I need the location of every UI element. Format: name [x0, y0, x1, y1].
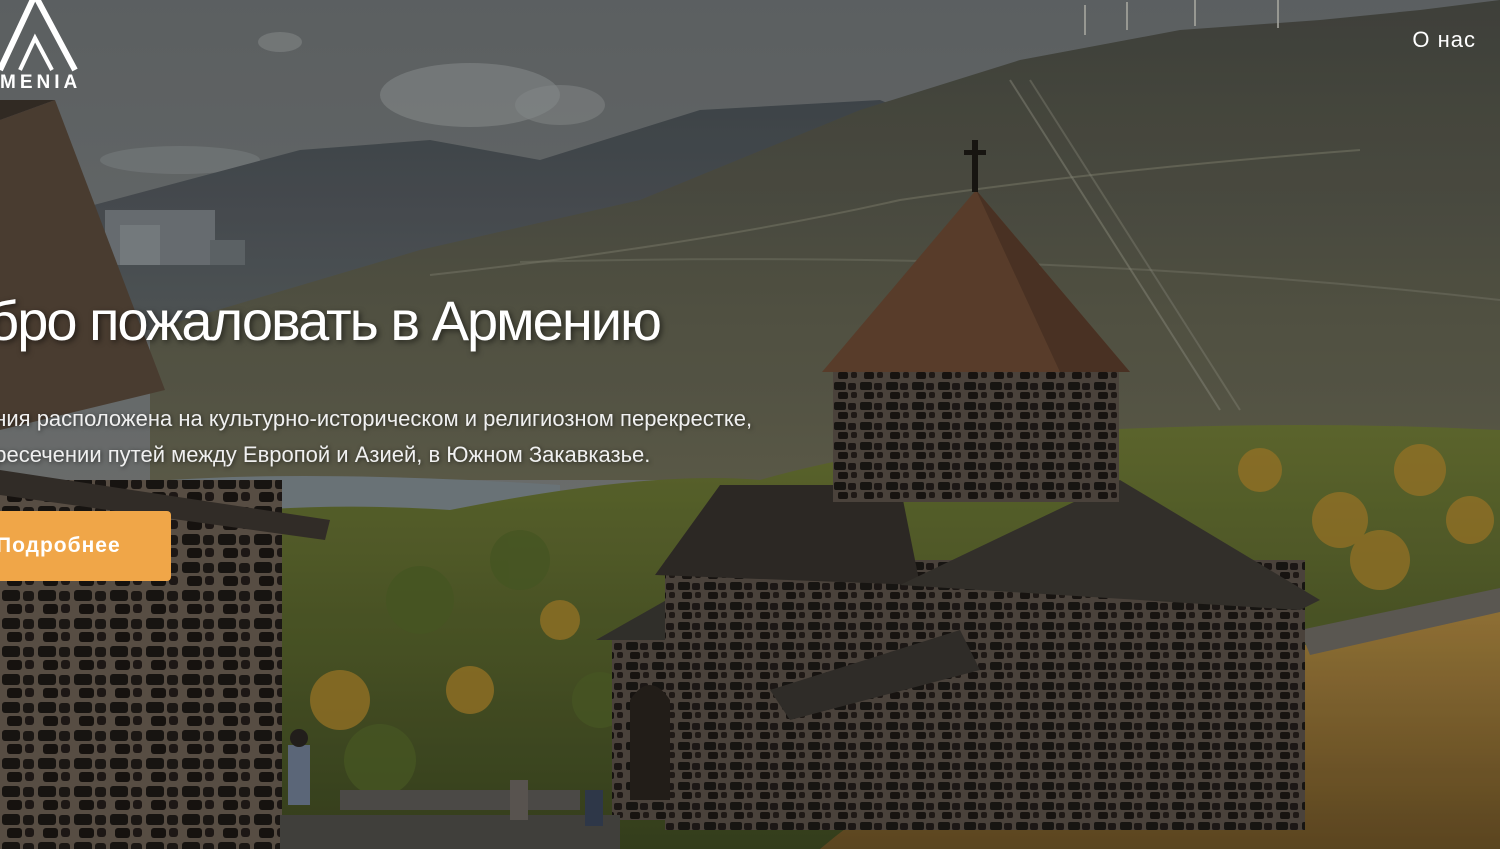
hero-description-line-2: ересечении путей между Европой и Азией, … [0, 442, 651, 467]
logo-text: MENIA [0, 72, 82, 93]
nav-link-about[interactable]: О нас [1412, 27, 1476, 53]
more-button[interactable]: Подробнее [0, 511, 171, 581]
site-logo[interactable]: MENIA [0, 0, 120, 100]
hero-description: ения расположена на культурно-историческ… [0, 401, 882, 473]
hero-title: обро пожаловать в Армению [0, 289, 662, 352]
hero-description-line-1: ения расположена на культурно-историческ… [0, 406, 753, 431]
